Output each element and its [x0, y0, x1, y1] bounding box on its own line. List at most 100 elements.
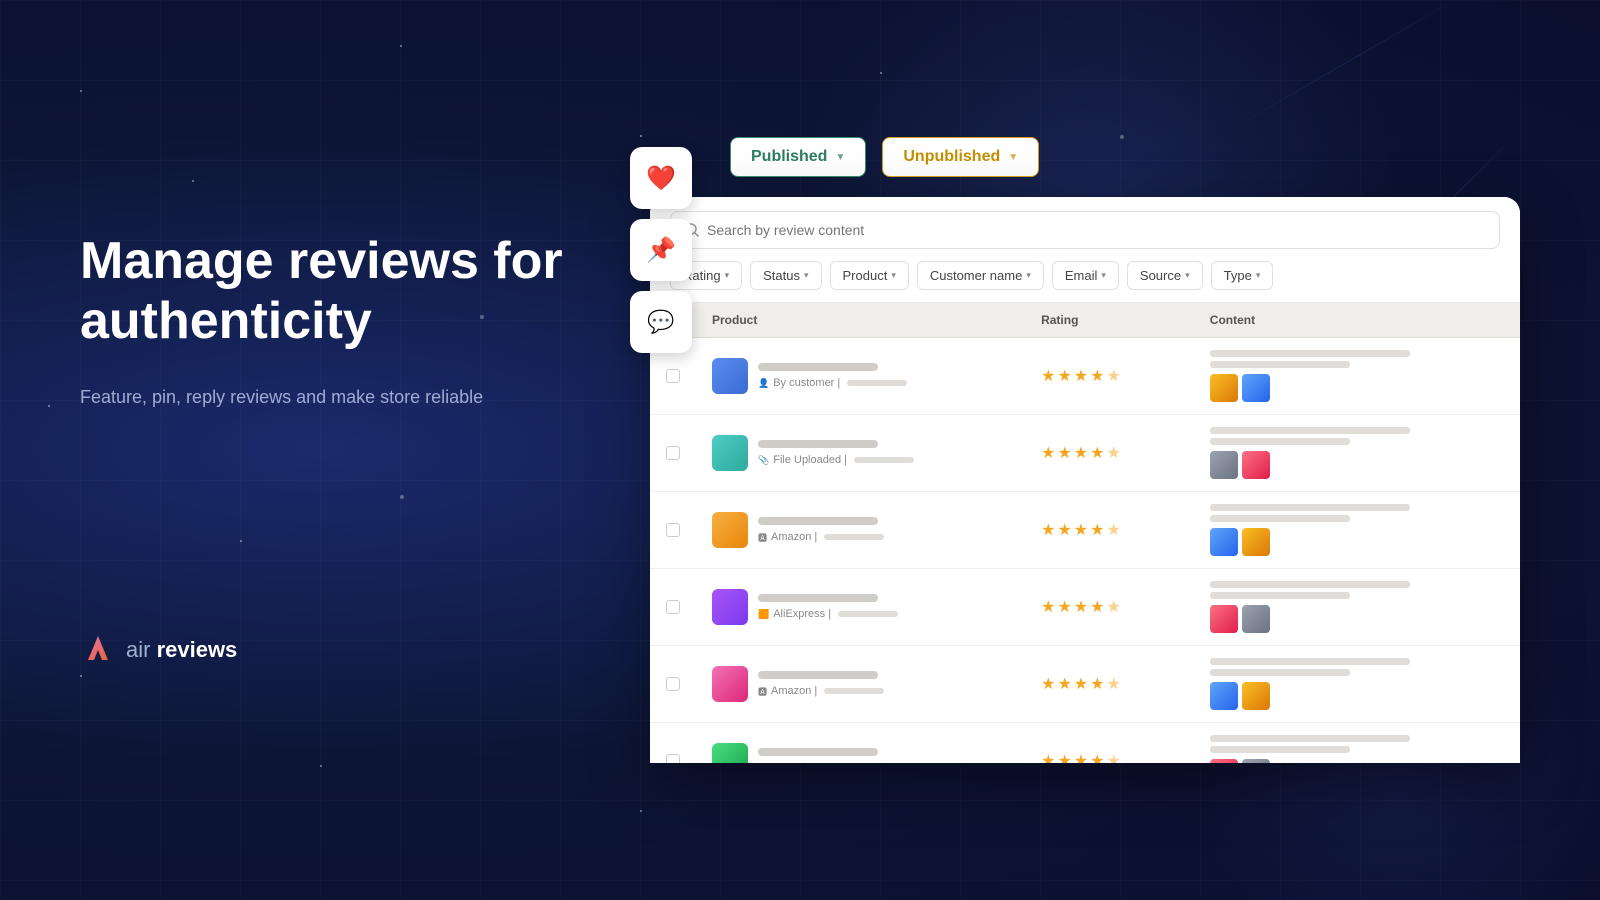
left-panel: Manage reviews for authenticity Feature,…	[80, 232, 630, 668]
content-lines	[1210, 581, 1504, 599]
col-rating: Rating	[1025, 303, 1194, 338]
status-filter-chevron: ▾	[804, 270, 809, 281]
source-icon: 🅰	[758, 685, 767, 698]
source-filter-chip[interactable]: Source ▾	[1127, 261, 1203, 290]
rating-cell: ★★★★★	[1025, 569, 1194, 646]
star-filled: ★	[1057, 366, 1071, 386]
product-name-bar	[758, 594, 878, 602]
star-filled: ★	[1057, 443, 1071, 463]
table-header-section: Rating ▾ Status ▾ Product ▾ Customer nam…	[650, 197, 1520, 303]
email-filter-label: Email	[1065, 268, 1098, 283]
star-half: ★	[1106, 674, 1120, 694]
product-source: 👤 By customer |	[758, 377, 1009, 389]
content-image-2	[1242, 374, 1270, 402]
star-half: ★	[1106, 443, 1120, 463]
reply-button[interactable]: 💬	[630, 291, 692, 353]
table-row: 🟧 AliExpress | ★★★★★	[650, 569, 1520, 646]
content-cell	[1194, 492, 1520, 569]
star-half: ★	[1106, 366, 1120, 386]
rating-cell: ★★★★★	[1025, 338, 1194, 415]
status-filter-chip[interactable]: Status ▾	[750, 261, 821, 290]
content-line	[1210, 581, 1410, 588]
stars-row: ★★★★★	[1041, 366, 1178, 386]
row-checkbox[interactable]	[666, 369, 680, 383]
customer-name-filter-chip[interactable]: Customer name ▾	[917, 261, 1044, 290]
content-lines	[1210, 658, 1504, 676]
row-checkbox[interactable]	[666, 677, 680, 691]
product-cell: 🅰 Amazon |	[696, 646, 1025, 723]
published-filter-button[interactable]: Published ▼	[730, 137, 866, 177]
product-filter-chevron: ▾	[891, 270, 896, 281]
heart-icon: ❤️	[646, 164, 676, 193]
col-product: Product	[696, 303, 1025, 338]
source-label: By customer |	[773, 377, 843, 389]
product-cell: 🟧 AliExpress |	[696, 723, 1025, 764]
content-image-1	[1210, 374, 1238, 402]
star-filled: ★	[1090, 520, 1104, 540]
row-checkbox[interactable]	[666, 754, 680, 763]
star-filled: ★	[1041, 520, 1055, 540]
content-line	[1210, 361, 1350, 368]
row-checkbox[interactable]	[666, 600, 680, 614]
type-filter-label: Type	[1224, 268, 1252, 283]
email-filter-chip[interactable]: Email ▾	[1052, 261, 1119, 290]
star-filled: ★	[1090, 751, 1104, 763]
stars-row: ★★★★★	[1041, 674, 1178, 694]
status-filter-label: Status	[763, 268, 800, 283]
source-bar	[847, 380, 907, 386]
source-label: Amazon |	[771, 685, 820, 697]
content-line	[1210, 669, 1350, 676]
customer-name-filter-label: Customer name	[930, 268, 1022, 283]
table-row: 🅰 Amazon | ★★★★★	[650, 492, 1520, 569]
star-filled: ★	[1074, 443, 1088, 463]
source-bar	[854, 457, 914, 463]
main-title: Manage reviews for authenticity	[80, 232, 590, 352]
product-details: 🅰 Amazon |	[758, 671, 1009, 698]
unpublished-label: Unpublished	[903, 148, 1000, 166]
content-cell	[1194, 415, 1520, 492]
content-image-2	[1242, 759, 1270, 763]
source-icon: 📎	[758, 455, 769, 466]
table-scroll[interactable]: Product Rating Content 👤	[650, 303, 1520, 763]
product-source: 🅰 Amazon |	[758, 531, 1009, 544]
product-details: 👤 By customer |	[758, 363, 1009, 389]
product-filter-label: Product	[843, 268, 888, 283]
search-input[interactable]	[707, 222, 1485, 238]
source-icon: 🟧	[758, 609, 769, 620]
table-row: 🟧 AliExpress | ★★★★★	[650, 723, 1520, 764]
star-filled: ★	[1074, 366, 1088, 386]
content-line	[1210, 515, 1350, 522]
star-filled: ★	[1074, 520, 1088, 540]
content-cell	[1194, 569, 1520, 646]
product-thumbnail	[712, 589, 748, 625]
product-cell: 🅰 Amazon |	[696, 492, 1025, 569]
filter-row: Published ▼ Unpublished ▼	[650, 137, 1039, 177]
star-filled: ★	[1090, 597, 1104, 617]
pin-button[interactable]: 📌	[630, 219, 692, 281]
star-filled: ★	[1041, 443, 1055, 463]
content-cell	[1194, 338, 1520, 415]
content-image-2	[1242, 451, 1270, 479]
feature-button[interactable]: ❤️	[630, 147, 692, 209]
content-image-1	[1210, 682, 1238, 710]
product-filter-chip[interactable]: Product ▾	[830, 261, 909, 290]
row-checkbox[interactable]	[666, 523, 680, 537]
logo-text: air reviews	[126, 637, 237, 663]
content-image-2	[1242, 528, 1270, 556]
content-line	[1210, 427, 1410, 434]
search-bar[interactable]	[670, 211, 1500, 249]
type-filter-chip[interactable]: Type ▾	[1211, 261, 1274, 290]
unpublished-filter-button[interactable]: Unpublished ▼	[882, 137, 1039, 177]
source-label: AliExpress |	[773, 608, 834, 620]
source-icon: 🟧	[758, 763, 769, 764]
row-checkbox-cell	[650, 569, 696, 646]
product-name-bar	[758, 363, 878, 371]
source-bar	[838, 611, 898, 617]
table-panel: Rating ▾ Status ▾ Product ▾ Customer nam…	[650, 197, 1520, 763]
table-row: 🅰 Amazon | ★★★★★	[650, 646, 1520, 723]
row-checkbox[interactable]	[666, 446, 680, 460]
product-source: 📎 File Uploaded |	[758, 454, 1009, 466]
row-checkbox-cell	[650, 646, 696, 723]
star-filled: ★	[1090, 366, 1104, 386]
product-source: 🅰 Amazon |	[758, 685, 1009, 698]
